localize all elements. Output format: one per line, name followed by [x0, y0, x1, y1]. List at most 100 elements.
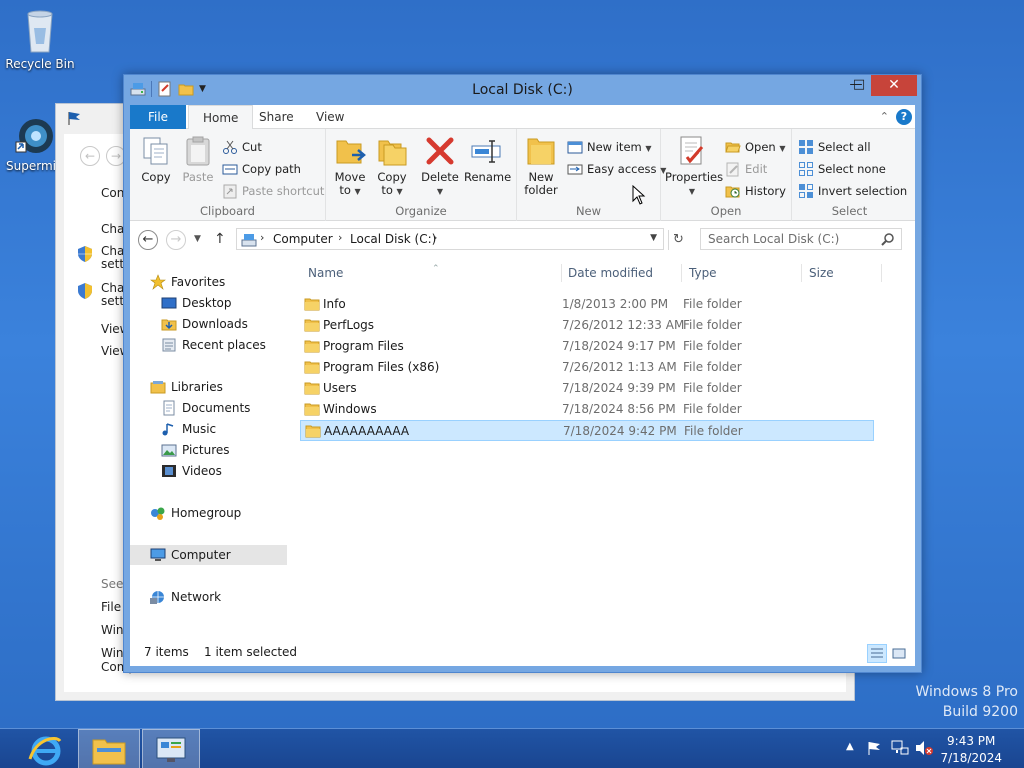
column-header-type[interactable]: Type	[689, 258, 717, 288]
column-divider[interactable]	[561, 264, 562, 282]
nav-computer[interactable]: Computer	[130, 545, 287, 565]
recent-locations-chevron-icon[interactable]: ▼	[194, 234, 201, 244]
close-button[interactable]: ✕	[871, 75, 917, 96]
column-header-date[interactable]: Date modified	[568, 258, 653, 288]
table-row[interactable]: Users 7/18/2024 9:39 PM File folder	[300, 378, 874, 399]
breadcrumb-separator-icon[interactable]: ›	[260, 231, 264, 244]
table-row[interactable]: Program Files (x86) 7/26/2012 1:13 AM File…	[300, 357, 874, 378]
search-box[interactable]	[700, 228, 902, 250]
large-icons-view-icon	[892, 648, 906, 659]
search-icon[interactable]	[881, 232, 895, 246]
nav-downloads[interactable]: Downloads	[161, 314, 248, 334]
paste-button[interactable]: Paste	[180, 135, 216, 184]
select-none-button[interactable]: Select none	[798, 160, 886, 178]
tab-share[interactable]: Share	[245, 105, 308, 129]
details-view-button[interactable]	[867, 644, 887, 663]
file-date: 7/26/2012 12:33 AM	[562, 318, 685, 332]
column-header-name[interactable]: Name ⌃	[308, 258, 558, 288]
properties-icon	[676, 135, 708, 167]
breadcrumb-local-disk[interactable]: Local Disk (C:)	[350, 232, 436, 246]
folder-icon	[304, 402, 320, 416]
table-row[interactable]: Program Files 7/18/2024 9:17 PM File folde…	[300, 336, 874, 357]
copy-path-label: Copy path	[242, 162, 301, 176]
file-type: File folder	[683, 402, 742, 416]
title-bar[interactable]: ▼ Local Disk (C:) — □ ✕	[124, 75, 921, 105]
column-divider[interactable]	[801, 264, 802, 282]
search-input[interactable]	[701, 229, 871, 249]
move-to-button[interactable]: Move to ▼	[332, 135, 368, 198]
select-all-button[interactable]: Select all	[798, 138, 871, 156]
table-row[interactable]: Info 1/8/2013 2:00 PM File folder	[300, 294, 874, 315]
new-item-label: New item	[587, 140, 642, 154]
cut-button[interactable]: Cut	[222, 138, 262, 156]
refresh-icon[interactable]: ↻	[668, 230, 688, 250]
table-row[interactable]: AAAAAAAAAA 7/18/2024 9:42 PM File folder	[300, 420, 874, 441]
back-arrow-icon[interactable]: ←	[80, 146, 100, 166]
rename-button[interactable]: Rename	[464, 135, 511, 184]
breadcrumb-separator-icon[interactable]: ›	[433, 231, 437, 244]
nav-documents[interactable]: Documents	[161, 398, 250, 418]
easy-access-button[interactable]: Easy access ▼	[567, 160, 666, 178]
table-row[interactable]: Windows 7/18/2024 8:56 PM File folder	[300, 399, 874, 420]
copy-button[interactable]: Copy	[138, 135, 174, 184]
copy-label: Copy	[141, 170, 171, 184]
nav-recent-places[interactable]: Recent places	[161, 335, 266, 355]
large-icons-view-button[interactable]	[889, 644, 909, 663]
column-header-size[interactable]: Size	[809, 258, 834, 288]
copy-path-button[interactable]: Copy path	[222, 160, 301, 178]
tab-home[interactable]: Home	[188, 105, 254, 130]
delete-button[interactable]: Delete ▼	[420, 135, 460, 198]
up-arrow-icon[interactable]: ↑	[214, 231, 226, 247]
nav-pictures[interactable]: Pictures	[161, 440, 230, 460]
file-date: 7/26/2012 1:13 AM	[562, 360, 677, 374]
nav-music[interactable]: Music	[161, 419, 216, 439]
desktop-icon-recycle-bin[interactable]: Recycle Bin	[0, 6, 80, 71]
back-button[interactable]: ←	[138, 230, 158, 250]
nav-favorites[interactable]: Favorites	[150, 272, 225, 292]
volume-muted-icon[interactable]	[915, 740, 933, 756]
mouse-cursor-icon	[632, 184, 646, 205]
nav-network[interactable]: Network	[150, 587, 221, 607]
new-item-button[interactable]: New item ▼	[567, 138, 652, 156]
history-icon	[725, 183, 741, 199]
desktop-icon-supermicro[interactable]: Supermi	[0, 116, 58, 173]
show-hidden-icons-icon[interactable]: ▲	[846, 741, 854, 752]
file-name: Users	[323, 381, 357, 395]
help-icon[interactable]: ?	[896, 109, 912, 125]
column-divider[interactable]	[681, 264, 682, 282]
action-center-flag-icon[interactable]	[866, 740, 882, 756]
column-divider[interactable]	[881, 264, 882, 282]
edit-button[interactable]: Edit	[725, 160, 767, 178]
address-dropdown-icon[interactable]: ▼	[650, 233, 657, 243]
rename-icon	[470, 135, 502, 167]
history-button[interactable]: History	[725, 182, 786, 200]
maximize-button[interactable]: □	[844, 75, 874, 96]
taskbar-control-panel[interactable]	[142, 729, 200, 768]
taskbar-internet-explorer[interactable]	[14, 729, 76, 768]
table-row[interactable]: PerfLogs 7/26/2012 12:33 AM File folder	[300, 315, 874, 336]
new-folder-button[interactable]: New folder	[523, 135, 559, 197]
forward-button[interactable]: →	[166, 230, 186, 250]
taskbar-file-explorer[interactable]	[78, 729, 140, 768]
ribbon-expand-icon[interactable]: ⌃	[880, 110, 889, 123]
nav-homegroup[interactable]: Homegroup	[150, 503, 241, 523]
taskbar-clock[interactable]: 9:43 PM 7/18/2024	[940, 734, 1002, 766]
network-status-icon[interactable]	[891, 740, 909, 756]
file-explorer-window[interactable]: ▼ Local Disk (C:) — □ ✕ File Home Share …	[123, 74, 922, 673]
tab-view[interactable]: View	[302, 105, 358, 129]
nav-desktop[interactable]: Desktop	[161, 293, 232, 313]
open-button[interactable]: Open ▼	[725, 138, 786, 156]
paste-shortcut-button[interactable]: Paste shortcut	[222, 182, 324, 200]
tab-file[interactable]: File	[130, 105, 186, 129]
breadcrumb-separator-icon[interactable]: ›	[338, 231, 342, 244]
system-tray: ▲	[840, 729, 940, 768]
nav-videos[interactable]: Videos	[161, 461, 222, 481]
breadcrumb-computer[interactable]: Computer	[273, 232, 333, 246]
nav-libraries[interactable]: Libraries	[150, 377, 223, 397]
copy-to-button[interactable]: Copy to ▼	[374, 135, 410, 198]
address-bar[interactable]: › Computer › Local Disk (C:) › ▼	[236, 228, 664, 250]
invert-selection-button[interactable]: Invert selection	[798, 182, 907, 200]
easy-access-label: Easy access	[587, 162, 657, 176]
properties-button[interactable]: Properties ▼	[665, 135, 723, 198]
copy-to-label-2: to	[381, 183, 393, 197]
